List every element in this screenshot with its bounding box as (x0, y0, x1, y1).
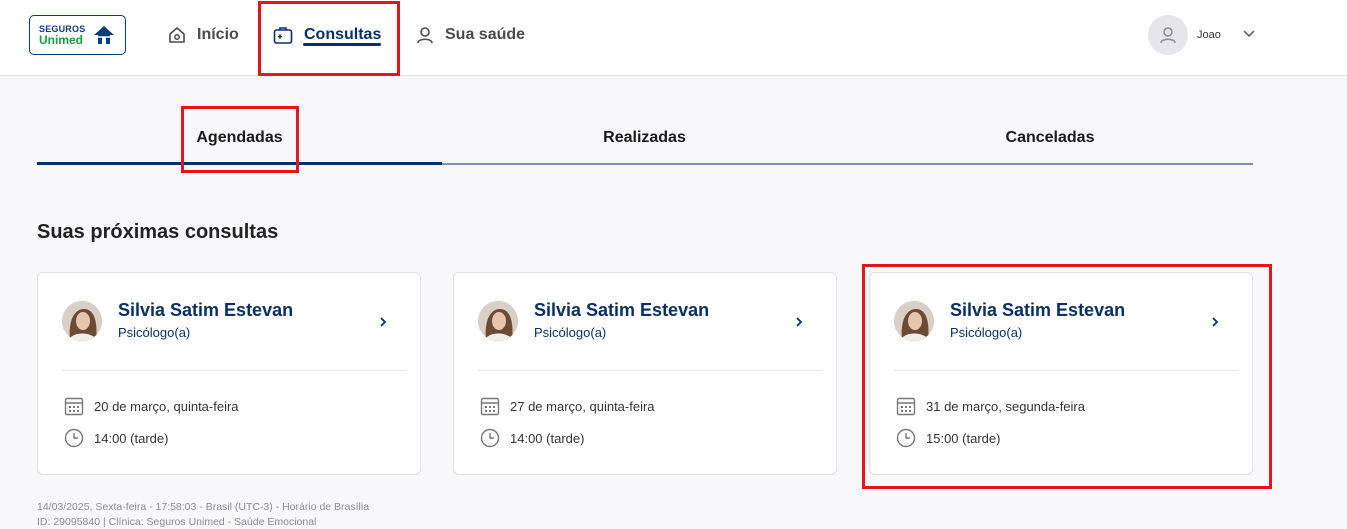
clock-icon (64, 428, 84, 448)
nav-inicio-label: Início (197, 26, 239, 43)
doctor-specialty: Psicólogo(a) (534, 325, 607, 340)
doctor-photo (62, 301, 102, 341)
doctor-photo (478, 301, 518, 341)
card-divider (478, 370, 822, 371)
doctor-specialty: Psicólogo(a) (118, 325, 191, 340)
appointment-date-row: 27 de março, quinta-feira (480, 396, 655, 416)
highlight-box-third-card (862, 264, 1272, 489)
clock-icon (480, 428, 500, 448)
appointment-date: 27 de março, quinta-feira (510, 398, 655, 414)
appointment-time-row: 14:00 (tarde) (64, 428, 168, 448)
nav-inicio[interactable]: Início (167, 22, 239, 48)
logo-line2: Unimed (39, 33, 84, 47)
user-avatar[interactable] (1148, 15, 1188, 55)
appointment-date: 20 de março, quinta-feira (94, 398, 239, 414)
nav-sua-saude[interactable]: Sua saúde (415, 22, 525, 48)
highlight-box-consultas (258, 1, 400, 76)
appointment-time: 14:00 (tarde) (510, 430, 585, 446)
chevron-right-icon[interactable] (378, 315, 388, 329)
appointment-time-row: 14:00 (tarde) (480, 428, 584, 448)
chevron-down-icon[interactable] (1242, 29, 1256, 39)
footer-info: 14/03/2025, Sexta-feira - 17:58:03 - Bra… (37, 500, 369, 529)
section-title: Suas próximas consultas (37, 221, 279, 243)
appointment-card[interactable]: Silvia Satim Estevan Psicólogo(a) 27 de … (453, 272, 837, 475)
footer-datetime: 14/03/2025, Sexta-feira - 17:58:03 - Bra… (37, 501, 370, 513)
calendar-icon (64, 397, 84, 416)
calendar-icon (480, 397, 500, 416)
user-icon (1160, 27, 1176, 44)
card-divider (62, 370, 406, 371)
doctor-name: Silvia Satim Estevan (118, 300, 294, 320)
highlight-box-agendadas (181, 106, 299, 173)
nav-sua-saude-label: Sua saúde (445, 26, 526, 43)
doctor-name: Silvia Satim Estevan (534, 300, 710, 320)
seguros-unimed-logo[interactable]: SEGUROS Unimed (29, 15, 126, 55)
footer-clinic-id: ID: 29095840 | Clínica: Seguros Unimed -… (37, 516, 317, 528)
tab-realizadas[interactable]: Realizadas (442, 110, 847, 166)
user-name[interactable]: Joao (1197, 29, 1221, 41)
appointment-time: 14:00 (tarde) (94, 430, 169, 446)
appointment-date-row: 20 de março, quinta-feira (64, 396, 239, 416)
person-icon (417, 27, 433, 44)
home-icon (169, 27, 185, 43)
chevron-right-icon[interactable] (794, 315, 804, 329)
unimed-logo-mark-icon (92, 26, 116, 44)
top-header: SEGUROS Unimed Início Consultas Sua saúd… (0, 0, 1347, 76)
tab-canceladas[interactable]: Canceladas (847, 110, 1253, 166)
appointment-card[interactable]: Silvia Satim Estevan Psicólogo(a) 20 de … (37, 272, 421, 475)
